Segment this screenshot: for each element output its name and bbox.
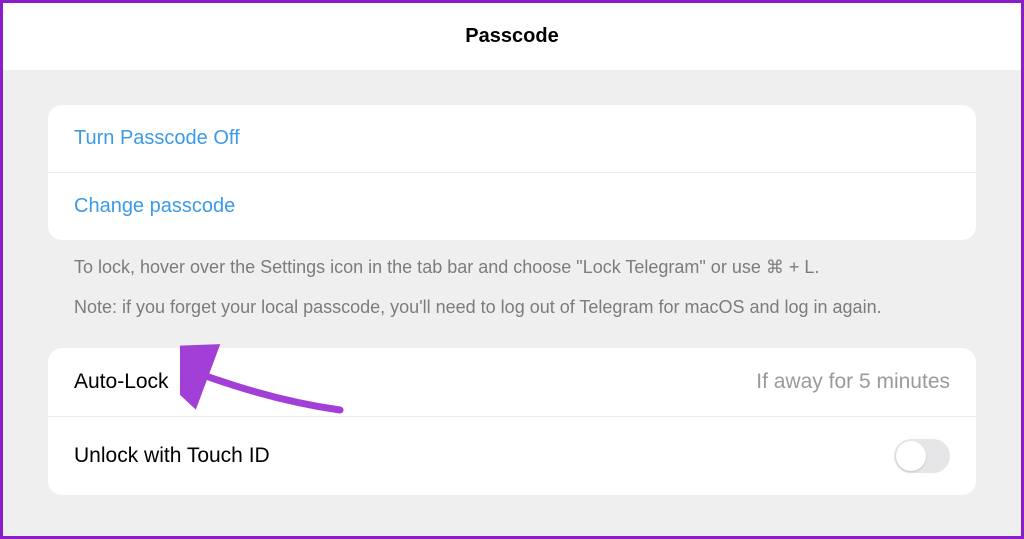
page-title: Passcode <box>465 25 558 48</box>
touchid-toggle[interactable] <box>894 439 950 473</box>
autolock-card: Auto-Lock If away for 5 minutes Unlock w… <box>48 348 976 495</box>
content-area: Turn Passcode Off Change passcode To loc… <box>3 71 1021 536</box>
turn-passcode-off-row[interactable]: Turn Passcode Off <box>48 105 976 172</box>
change-passcode-label: Change passcode <box>74 195 235 218</box>
turn-passcode-off-label: Turn Passcode Off <box>74 127 240 150</box>
change-passcode-row[interactable]: Change passcode <box>48 172 976 240</box>
header-bar: Passcode <box>3 3 1021 71</box>
unlock-touchid-row: Unlock with Touch ID <box>48 416 976 495</box>
section-gap <box>48 338 976 348</box>
help-text-forget: Note: if you forget your local passcode,… <box>48 284 976 338</box>
auto-lock-label: Auto-Lock <box>74 370 169 394</box>
help-text-lock: To lock, hover over the Settings icon in… <box>48 240 976 284</box>
passcode-actions-card: Turn Passcode Off Change passcode <box>48 105 976 240</box>
auto-lock-value: If away for 5 minutes <box>756 370 950 394</box>
auto-lock-row[interactable]: Auto-Lock If away for 5 minutes <box>48 348 976 416</box>
unlock-touchid-label: Unlock with Touch ID <box>74 444 270 468</box>
toggle-knob-icon <box>896 441 926 471</box>
